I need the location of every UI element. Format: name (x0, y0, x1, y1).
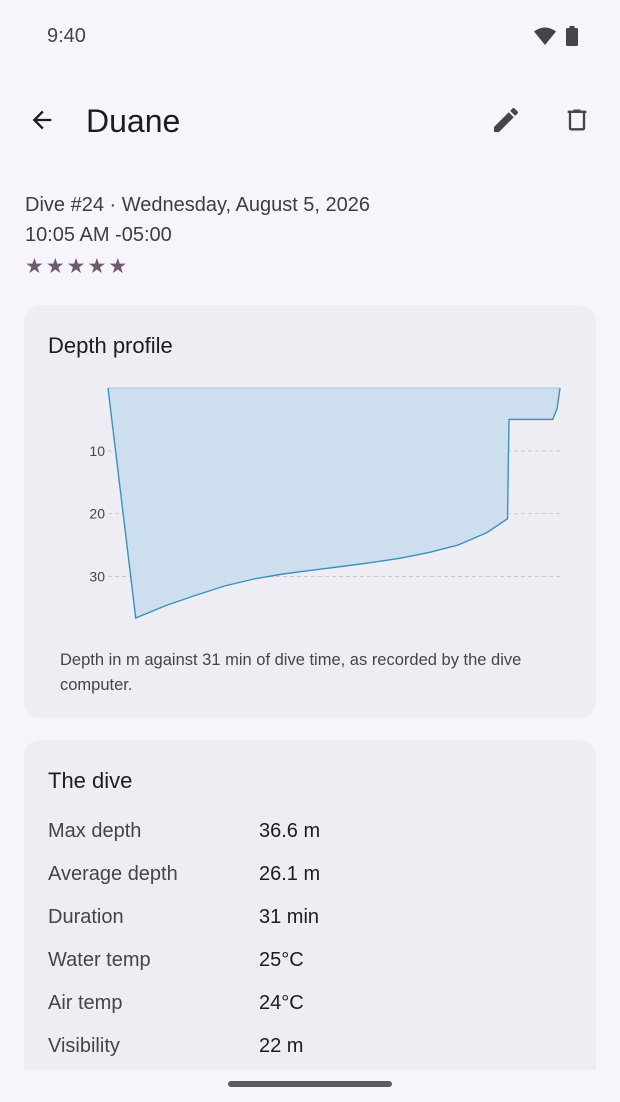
y-tick-label: 20 (89, 506, 105, 522)
star-icon: ★ (45, 255, 65, 278)
dive-time: 10:05 AM -05:00 (25, 224, 172, 246)
edit-button[interactable] (482, 98, 530, 146)
arrow-back-icon (28, 106, 56, 139)
wifi-icon (534, 27, 556, 50)
stat-row-duration: Duration 31 min (48, 906, 568, 936)
stat-row-visibility: Visibility 22 m (48, 1035, 568, 1065)
stat-value: 22 m (259, 1035, 304, 1057)
stat-label: Visibility (48, 1035, 120, 1057)
stat-label: Average depth (48, 863, 178, 885)
status-time: 9:40 (47, 25, 86, 47)
status-bar: 9:40 (0, 0, 620, 74)
dive-stats-card: The dive Max depth 36.6 m Average depth … (24, 740, 596, 1070)
stat-label: Air temp (48, 992, 123, 1014)
stat-row-max-depth: Max depth 36.6 m (48, 820, 568, 850)
back-button[interactable] (18, 98, 66, 146)
stat-value: 31 min (259, 906, 320, 928)
depth-profile-card: 10 20 30 Depth profile Depth in m against … (24, 305, 596, 718)
status-icons (534, 26, 578, 51)
page-title: Duane (86, 103, 181, 139)
depth-area (108, 388, 560, 618)
top-app-bar: Duane (0, 88, 620, 156)
star-icon: ★ (25, 255, 44, 278)
star-icon: ★ (66, 255, 86, 278)
y-tick-label: 30 (89, 569, 105, 585)
stat-value: 25°C (259, 949, 304, 971)
chart-caption: Depth in m against 31 min of dive time, … (60, 651, 522, 694)
star-icon: ★ (87, 255, 107, 278)
stat-label: Duration (48, 906, 124, 928)
depth-card-title: Depth profile (48, 333, 173, 358)
dive-summary: Dive #24 · Wednesday, August 5, 2026 (25, 194, 371, 216)
rating-stars: ★ ★ ★ ★ ★ (25, 256, 370, 277)
edit-icon (490, 104, 522, 141)
stat-value: 36.6 m (259, 820, 321, 842)
dive-header: Dive #24 · Wednesday, August 5, 2026 10:… (25, 190, 370, 277)
delete-icon (563, 104, 591, 141)
stat-row-average-depth: Average depth 26.1 m (48, 863, 568, 893)
stat-label: Water temp (48, 949, 151, 971)
y-tick-label: 10 (89, 443, 105, 459)
stat-row-water-temp: Water temp 25°C (48, 949, 568, 979)
gesture-handle[interactable] (228, 1081, 392, 1087)
stat-label: Max depth (48, 820, 142, 842)
stat-row-air-temp: Air temp 24°C (48, 992, 568, 1022)
dive-card-title: The dive (48, 768, 133, 793)
stat-value: 26.1 m (259, 863, 321, 885)
star-icon: ★ (108, 255, 128, 278)
delete-button[interactable] (553, 98, 601, 146)
battery-icon (566, 26, 578, 51)
stat-value: 24°C (259, 992, 304, 1014)
